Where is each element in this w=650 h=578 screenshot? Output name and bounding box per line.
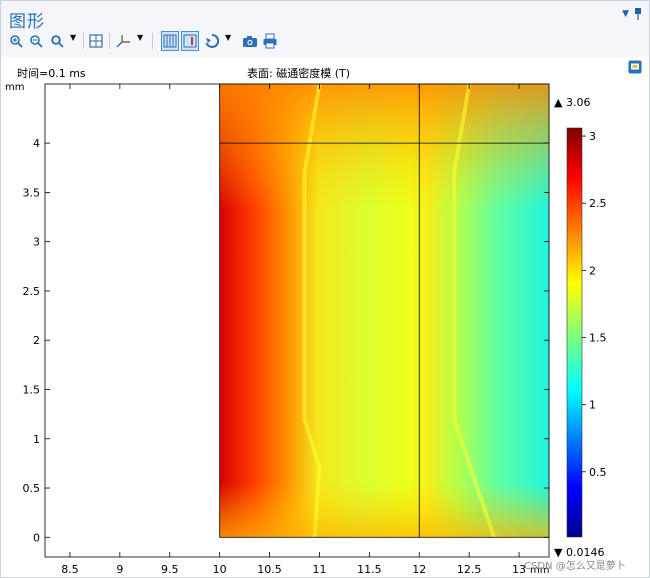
graphics-window: 图形 ▼ ▼ ▼ ▼ 8.5 9 9.5 10 10.5 11 11.5 12 …: [0, 0, 650, 578]
x-tick-label: 12.5: [457, 563, 482, 576]
zoom-in-icon[interactable]: [7, 31, 25, 51]
y-tick-label: 3.5: [23, 186, 41, 199]
view-dropdown-icon[interactable]: ▼: [137, 33, 143, 42]
time-label: 时间=0.1 ms: [17, 67, 86, 80]
surface-title: 表面: 磁通密度模 (T): [247, 66, 350, 80]
colorbar-tick-label: 1: [589, 399, 596, 412]
field-surface: [219, 84, 549, 538]
colorbar-tick-label: 0.5: [589, 466, 607, 479]
graphics-header: 图形 ▼ ▼ ▼ ▼: [1, 1, 649, 57]
y-tick-label: 1.5: [23, 383, 41, 396]
x-tick-label: 9: [116, 563, 123, 576]
show-axis-icon[interactable]: [181, 31, 199, 51]
x-tick-label: 10: [213, 563, 227, 576]
y-tick-label: 4: [33, 137, 40, 150]
colorbar-ticks: 0.5 1 1.5 2 2.5 3: [582, 130, 607, 479]
window-title: 图形: [9, 12, 45, 32]
graphics-toolbar: ▼ ▼ ▼: [7, 31, 307, 53]
camera-icon[interactable]: [241, 31, 259, 51]
pin-icon[interactable]: [634, 8, 642, 20]
toolbar-separator: [152, 33, 153, 49]
show-grid-icon[interactable]: [161, 31, 179, 51]
colorbar: [566, 127, 583, 538]
watermark: CSDN @怎么又是萝卜: [524, 559, 626, 572]
colorbar-tick-label: 2: [589, 264, 596, 277]
y-tick-label: 0: [33, 531, 40, 544]
axis-orientation-icon[interactable]: [114, 31, 132, 51]
colorbar-tick-label: 1.5: [589, 332, 607, 345]
x-tick-label: 8.5: [61, 563, 79, 576]
colorbar-max-label: ▲ 3.06: [554, 96, 590, 109]
zoom-extents-icon[interactable]: [87, 31, 105, 51]
print-icon[interactable]: [261, 31, 279, 51]
zoom-out-icon[interactable]: [27, 31, 45, 51]
zoom-box-icon[interactable]: [48, 31, 66, 51]
plot-area: 8.5 9 9.5 10 10.5 11 11.5 12 12.5 13 00.511.522.5…: [5, 66, 626, 576]
light-dropdown-icon[interactable]: ▼: [225, 33, 231, 42]
colorbar-tick-label: 3: [589, 130, 596, 143]
x-tick-label: 10.5: [257, 563, 282, 576]
zoom-dropdown-icon[interactable]: ▼: [70, 33, 76, 42]
x-tick-label: 11.5: [357, 563, 382, 576]
scene-light-icon[interactable]: [203, 31, 221, 51]
x-tick-label: 9.5: [161, 563, 179, 576]
y-axis-unit: mm: [5, 82, 24, 93]
x-tick-label: 11: [312, 563, 326, 576]
toolbar-separator: [109, 33, 110, 49]
pane-menu-icon[interactable]: ▼: [622, 9, 629, 19]
x-tick-label: 12: [412, 563, 426, 576]
y-tick-label: 1: [33, 433, 40, 446]
y-tick-label: 0.5: [23, 482, 41, 495]
y-tick-label: 2: [33, 334, 40, 347]
y-tick-label: 3: [33, 236, 40, 249]
toolbar-separator: [83, 33, 84, 49]
y-tick-label: 2.5: [23, 285, 41, 298]
colorbar-tick-label: 2.5: [589, 197, 607, 210]
colorbar-min-label: ▼ 0.0146: [554, 546, 604, 559]
